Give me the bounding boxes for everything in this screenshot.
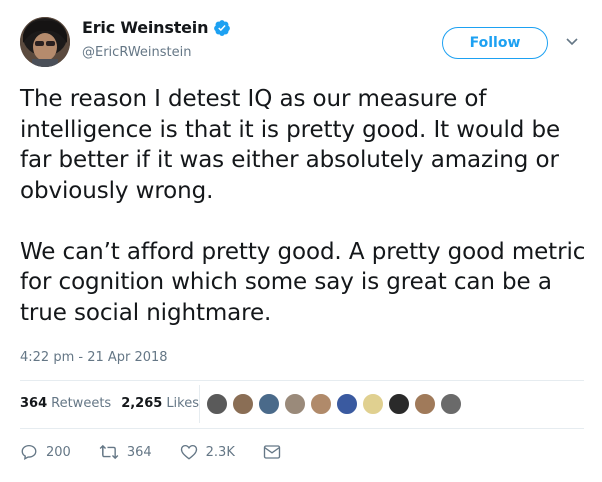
like-button[interactable]: 2.3K xyxy=(180,443,235,461)
author-name-row: Eric Weinstein xyxy=(82,18,231,37)
liker-avatar[interactable] xyxy=(206,393,228,415)
tweet-timestamp[interactable]: 4:22 pm - 21 Apr 2018 xyxy=(20,350,168,365)
reply-count: 200 xyxy=(46,444,71,460)
liker-avatar[interactable] xyxy=(440,393,462,415)
heart-icon xyxy=(180,444,197,460)
stats-separator xyxy=(199,385,200,423)
retweet-icon xyxy=(99,444,119,460)
avatar-image xyxy=(20,17,70,67)
direct-message-button[interactable] xyxy=(263,444,289,460)
follow-button[interactable]: Follow xyxy=(442,27,548,59)
liker-avatar[interactable] xyxy=(258,393,280,415)
divider-bottom xyxy=(20,428,584,429)
tweet-text: The reason I detest IQ as our measure of… xyxy=(20,86,586,326)
retweets-count: 364 xyxy=(20,396,48,411)
display-name[interactable]: Eric Weinstein xyxy=(82,18,208,37)
liker-avatar[interactable] xyxy=(414,393,436,415)
like-count: 2.3K xyxy=(205,444,235,460)
likes-stat[interactable]: 2,265 Likes xyxy=(121,396,199,411)
liker-avatar[interactable] xyxy=(284,393,306,415)
retweet-count: 364 xyxy=(126,444,152,460)
reply-button[interactable]: 200 xyxy=(20,443,71,461)
user-handle[interactable]: @EricRWeinstein xyxy=(82,45,191,60)
tweet-actions: 200 364 2.3K xyxy=(20,443,317,461)
chevron-down-icon[interactable] xyxy=(565,36,579,48)
liker-avatar[interactable] xyxy=(388,393,410,415)
liker-avatar[interactable] xyxy=(336,393,358,415)
retweet-button[interactable]: 364 xyxy=(99,443,152,461)
retweets-stat[interactable]: 364 Retweets xyxy=(20,396,111,411)
likes-label: Likes xyxy=(166,396,200,411)
reply-icon xyxy=(21,444,37,460)
liker-avatar[interactable] xyxy=(310,393,332,415)
avatar[interactable] xyxy=(20,17,70,67)
tweet-stats: 364 Retweets 2,265 Likes xyxy=(20,396,209,411)
verified-badge-icon xyxy=(213,19,231,37)
envelope-icon xyxy=(263,445,281,459)
liker-avatar[interactable] xyxy=(362,393,384,415)
liker-avatar[interactable] xyxy=(232,393,254,415)
likes-count: 2,265 xyxy=(121,396,163,411)
divider-top xyxy=(20,380,584,381)
retweets-label: Retweets xyxy=(51,396,112,411)
liker-avatars xyxy=(206,393,466,415)
